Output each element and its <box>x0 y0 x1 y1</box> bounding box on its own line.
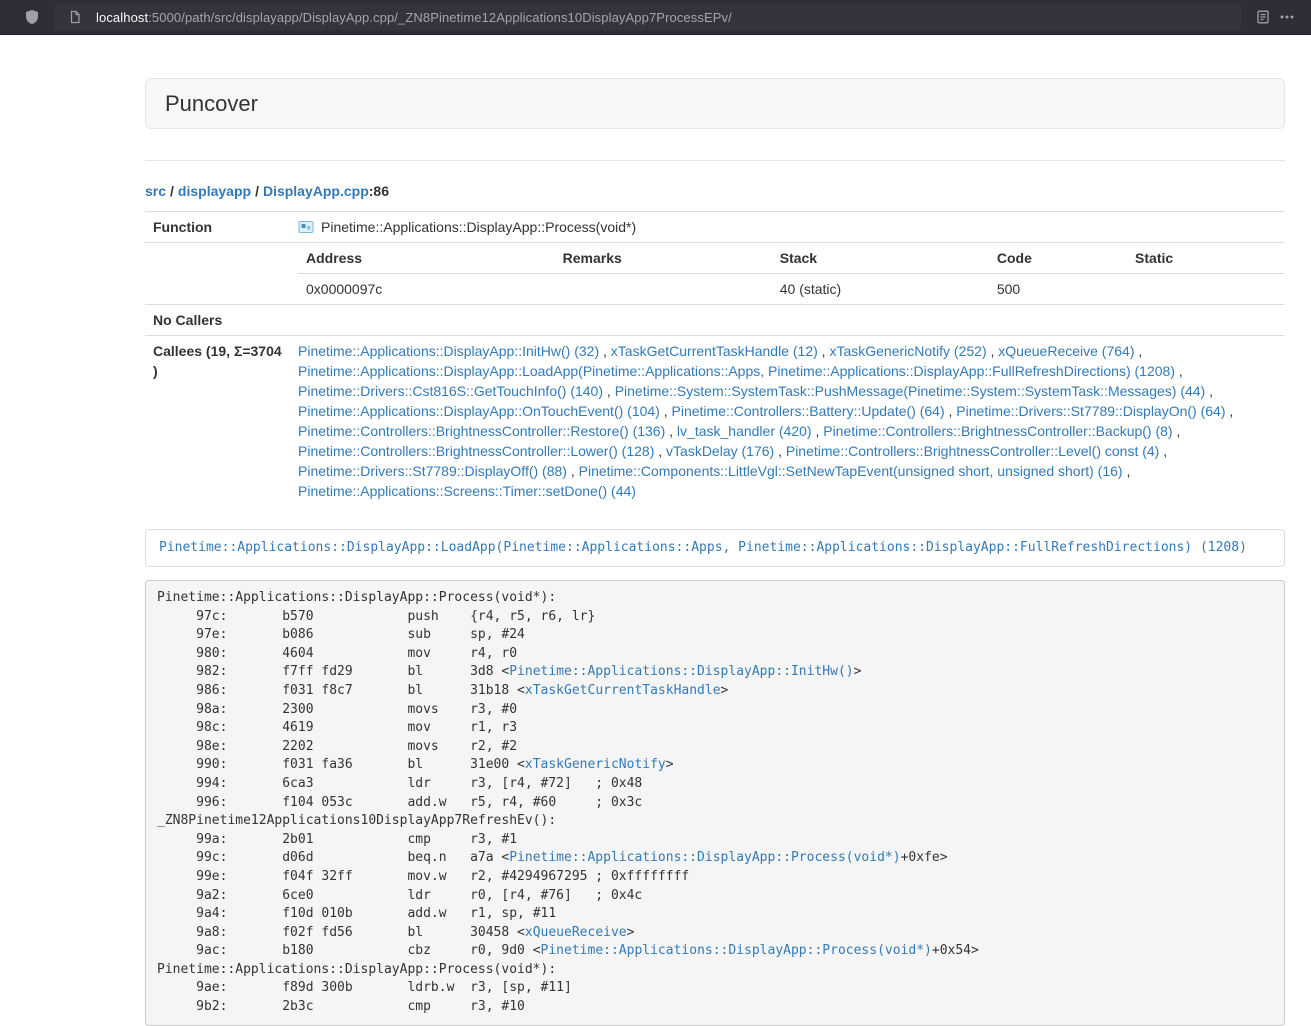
symbol-link[interactable]: xTaskGetCurrentTaskHandle <box>525 683 721 698</box>
function-label: Function <box>145 212 290 243</box>
callee-link[interactable]: lv_task_handler (420) <box>677 423 812 439</box>
stack-value: 40 (static) <box>772 274 989 305</box>
callee-link[interactable]: Pinetime::Drivers::St7789::DisplayOff() … <box>298 463 567 479</box>
browser-chrome: localhost:5000/path/src/displayapp/Displ… <box>0 0 1311 35</box>
code-value: 500 <box>989 274 1127 305</box>
static-value <box>1127 274 1285 305</box>
function-row: Function Pinetime::Applications::Display… <box>145 212 1285 243</box>
symbol-link[interactable]: Pinetime::Applications::DisplayApp::Proc… <box>541 943 932 958</box>
breadcrumb: src/displayapp/DisplayApp.cpp:86 <box>145 181 1285 201</box>
page-container: Puncover src/displayapp/DisplayApp.cpp:8… <box>145 35 1285 1026</box>
callee-separator: , <box>812 423 824 439</box>
callee-separator: , <box>1159 443 1167 459</box>
callee-separator: , <box>603 383 615 399</box>
callee-separator: , <box>599 343 611 359</box>
breadcrumb-link-src[interactable]: src <box>145 183 166 199</box>
callee-separator: , <box>1134 343 1142 359</box>
more-menu-icon[interactable] <box>1275 5 1299 29</box>
callee-separator: , <box>1173 423 1181 439</box>
col-header-remarks: Remarks <box>555 243 772 274</box>
selected-callee-link[interactable]: Pinetime::Applications::DisplayApp::Load… <box>159 540 1247 555</box>
function-name: Pinetime::Applications::DisplayApp::Proc… <box>321 217 636 237</box>
col-header-address: Address <box>298 243 555 274</box>
callee-link[interactable]: Pinetime::Drivers::St7789::DisplayOn() (… <box>956 403 1225 419</box>
breadcrumb-separator: / <box>166 183 178 199</box>
page-info-icon[interactable] <box>63 5 87 29</box>
url-host: localhost <box>96 10 148 25</box>
reader-view-icon[interactable] <box>1251 5 1275 29</box>
callee-separator: , <box>987 343 999 359</box>
callee-separator: , <box>818 343 830 359</box>
callee-separator: , <box>660 403 672 419</box>
symbol-link[interactable]: xQueueReceive <box>525 925 627 940</box>
callee-separator: , <box>774 443 786 459</box>
url-path: :5000/path/src/displayapp/DisplayApp.cpp… <box>148 10 732 25</box>
symbol-link[interactable]: xTaskGenericNotify <box>525 757 666 772</box>
callees-row: Callees (19, Σ=3704 ) Pinetime::Applicat… <box>145 336 1285 507</box>
callee-link[interactable]: xQueueReceive (764) <box>998 343 1134 359</box>
selected-callee-box: Pinetime::Applications::DisplayApp::Load… <box>145 529 1285 567</box>
col-header-static: Static <box>1127 243 1285 274</box>
callee-separator: , <box>1205 383 1213 399</box>
callee-link[interactable]: Pinetime::Applications::DisplayApp::Init… <box>298 343 599 359</box>
callee-link[interactable]: vTaskDelay (176) <box>666 443 774 459</box>
callee-link[interactable]: Pinetime::Applications::DisplayApp::OnTo… <box>298 403 660 419</box>
callee-link[interactable]: Pinetime::Controllers::BrightnessControl… <box>823 423 1172 439</box>
callee-link[interactable]: xTaskGetCurrentTaskHandle (12) <box>611 343 818 359</box>
no-callers-label: No Callers <box>145 305 290 336</box>
page-title: Puncover <box>165 91 258 117</box>
no-callers-row: No Callers <box>145 305 1285 336</box>
callees-label: Callees (19, Σ=3704 ) <box>145 336 290 507</box>
symbol-link[interactable]: Pinetime::Applications::DisplayApp::Proc… <box>509 850 900 865</box>
callee-link[interactable]: Pinetime::Applications::Screens::Timer::… <box>298 483 636 499</box>
remarks-value <box>555 274 772 305</box>
callee-link[interactable]: Pinetime::Controllers::BrightnessControl… <box>298 423 665 439</box>
function-icon <box>298 219 314 235</box>
symbol-link[interactable]: Pinetime::Applications::DisplayApp::Init… <box>509 664 853 679</box>
col-header-stack: Stack <box>772 243 989 274</box>
url-text: localhost:5000/path/src/displayapp/Displ… <box>96 10 732 25</box>
page-title-box: Puncover <box>145 78 1285 129</box>
callee-link[interactable]: Pinetime::Controllers::Battery::Update()… <box>672 403 945 419</box>
breadcrumb-line-number: :86 <box>369 183 389 199</box>
function-detail-table: Function Pinetime::Applications::Display… <box>145 211 1285 506</box>
divider <box>145 160 1285 161</box>
callee-separator: , <box>567 463 579 479</box>
breadcrumb-link-file[interactable]: DisplayApp.cpp <box>263 183 369 199</box>
callee-link[interactable]: Pinetime::Drivers::Cst816S::GetTouchInfo… <box>298 383 603 399</box>
shield-icon[interactable] <box>20 5 44 29</box>
breadcrumb-link-displayapp[interactable]: displayapp <box>178 183 251 199</box>
callee-separator: , <box>1226 403 1234 419</box>
disassembly-code-block: Pinetime::Applications::DisplayApp::Proc… <box>145 580 1285 1026</box>
callee-separator: , <box>1175 363 1183 379</box>
address-value: 0x0000097c <box>298 274 555 305</box>
metrics-row: Address Remarks Stack Code Static 0x0000… <box>145 243 1285 305</box>
callee-separator: , <box>945 403 957 419</box>
callee-link[interactable]: Pinetime::Controllers::BrightnessControl… <box>298 443 654 459</box>
callee-link[interactable]: Pinetime::Components::LittleVgl::SetNewT… <box>579 463 1123 479</box>
callees-cell: Pinetime::Applications::DisplayApp::Init… <box>290 336 1285 507</box>
callee-separator: , <box>665 423 677 439</box>
address-bar[interactable]: localhost:5000/path/src/displayapp/Displ… <box>54 4 1241 30</box>
callee-link[interactable]: Pinetime::Applications::DisplayApp::Load… <box>298 363 1175 379</box>
callee-link[interactable]: Pinetime::System::SystemTask::PushMessag… <box>615 383 1206 399</box>
metrics-table: Address Remarks Stack Code Static 0x0000… <box>298 243 1285 304</box>
metrics-values-row: 0x0000097c 40 (static) 500 <box>298 274 1285 305</box>
callee-separator: , <box>1123 463 1131 479</box>
callee-separator: , <box>654 443 666 459</box>
callee-link[interactable]: Pinetime::Controllers::BrightnessControl… <box>786 443 1159 459</box>
col-header-code: Code <box>989 243 1127 274</box>
callee-link[interactable]: xTaskGenericNotify (252) <box>829 343 986 359</box>
breadcrumb-separator: / <box>251 183 263 199</box>
